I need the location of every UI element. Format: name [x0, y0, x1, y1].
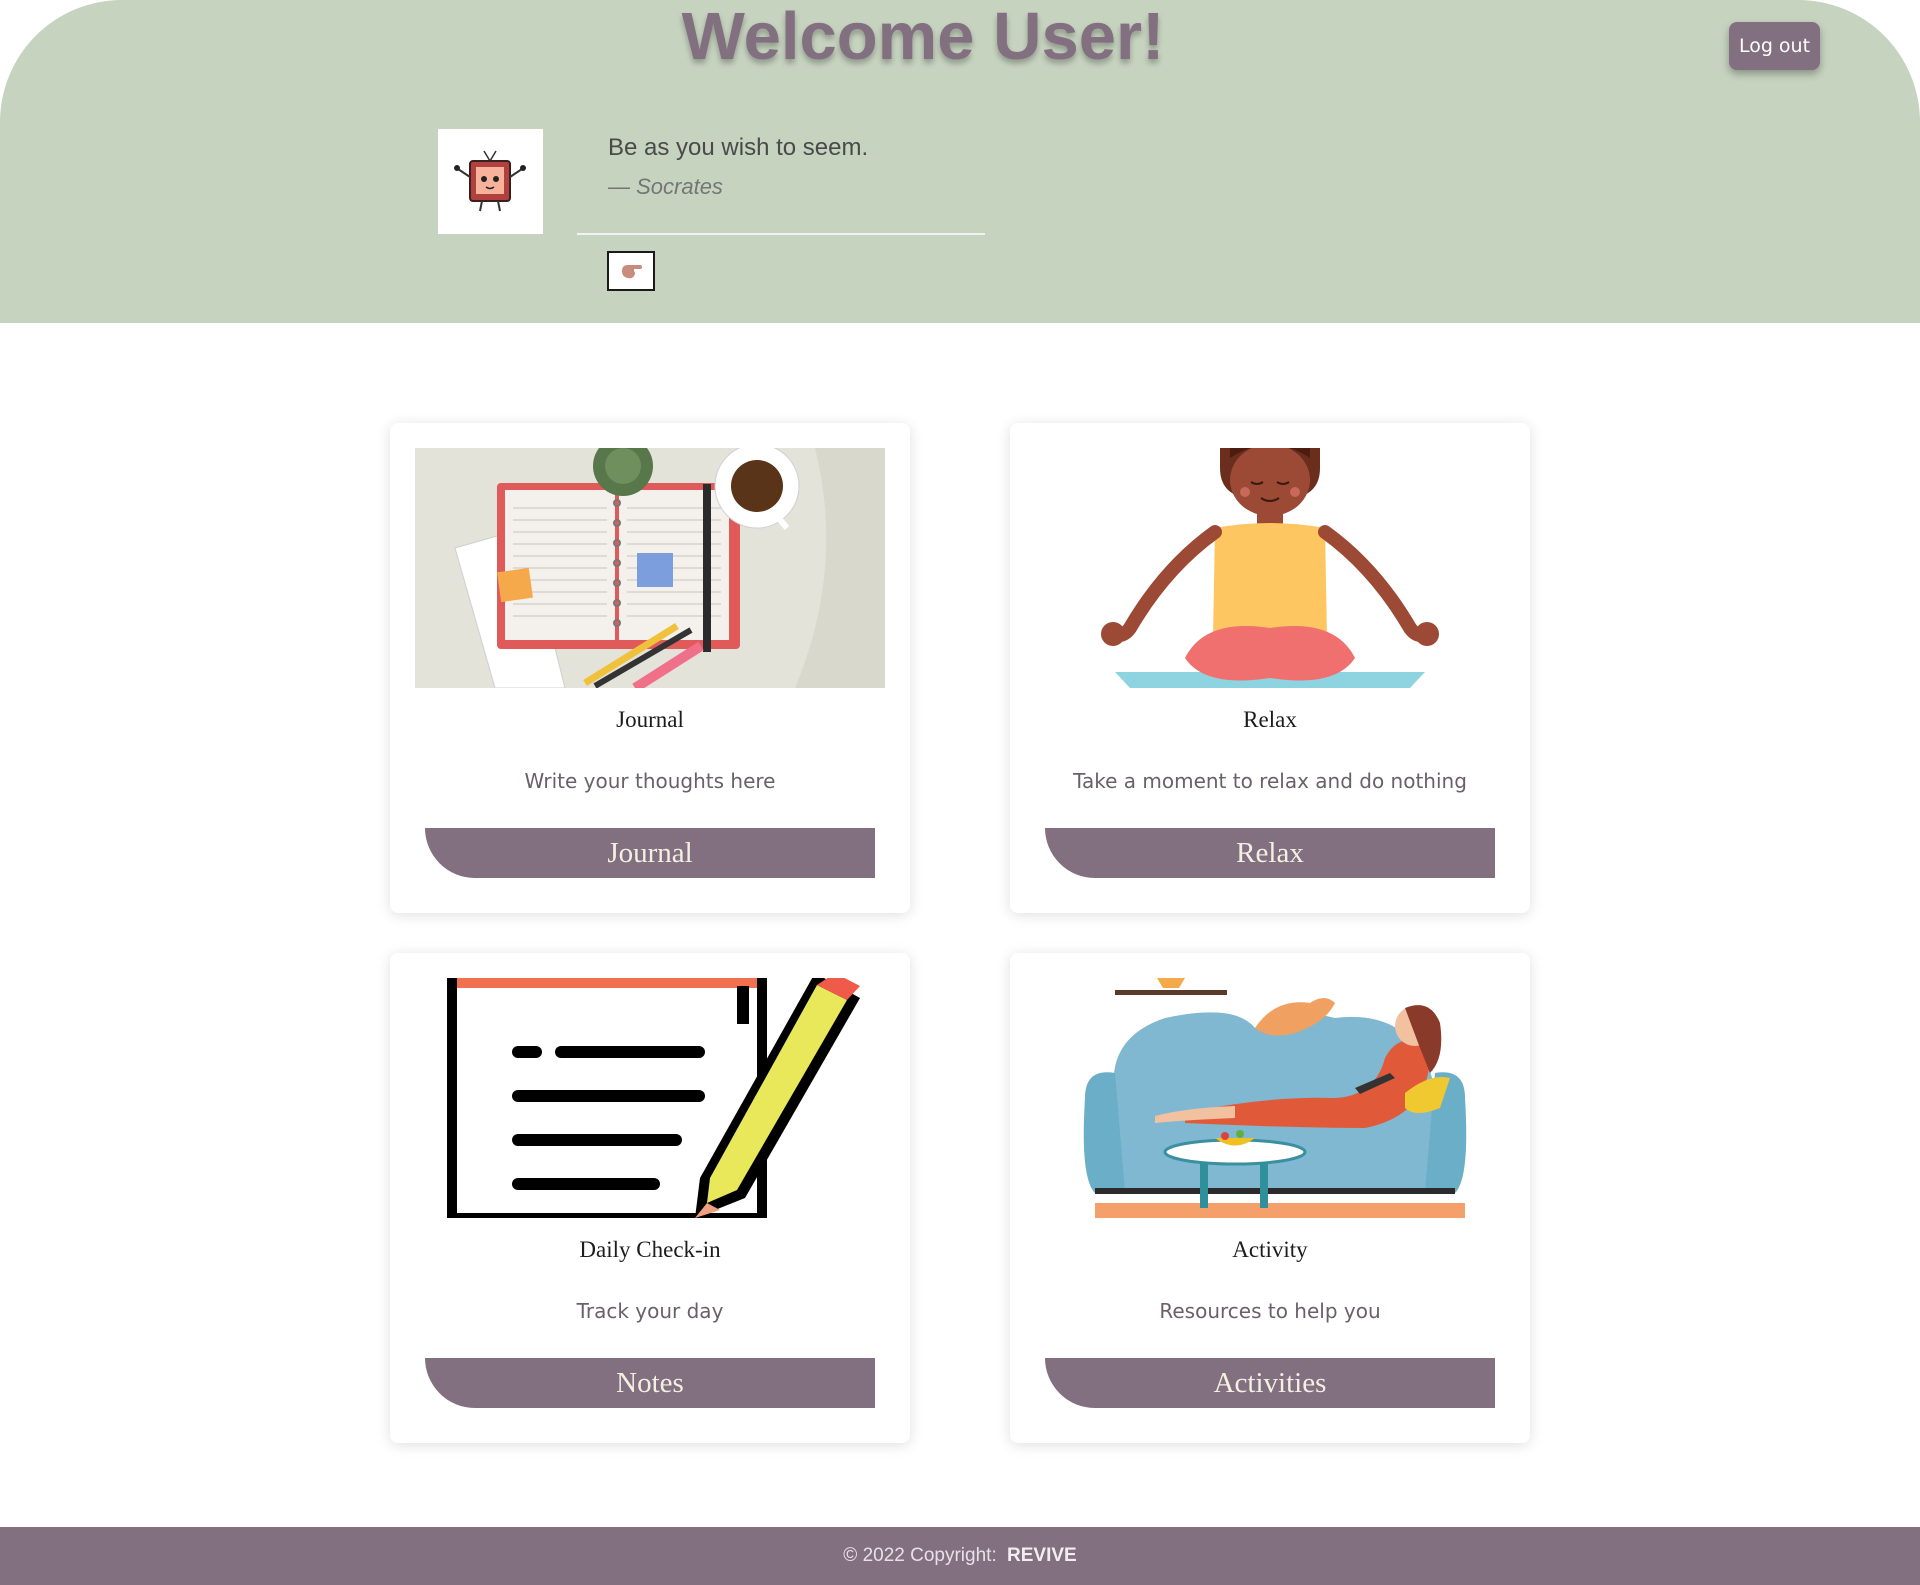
card-journal: Journal Write your thoughts here Journal: [390, 423, 910, 913]
relax-button[interactable]: Relax: [1045, 828, 1495, 878]
activities-button[interactable]: Activities: [1045, 1358, 1495, 1408]
card-description: Resources to help you: [1159, 1299, 1381, 1323]
copyright-text: © 2022 Copyright:: [843, 1545, 997, 1566]
card-relax: Relax Take a moment to relax and do noth…: [1010, 423, 1530, 913]
header-banner: Welcome User! Log out Be as you wish to …: [0, 0, 1920, 323]
logout-button[interactable]: Log out: [1729, 22, 1820, 70]
page-title: Welcome User!: [681, 0, 1165, 74]
footer: © 2022 Copyright: REVIVE: [0, 1527, 1920, 1585]
avatar: [438, 129, 543, 234]
card-description: Take a moment to relax and do nothing: [1073, 769, 1467, 793]
card-description: Write your thoughts here: [524, 769, 776, 793]
card-title: Daily Check-in: [579, 1237, 721, 1262]
journal-button[interactable]: Journal: [425, 828, 875, 878]
couch-reading-illustration: [1035, 978, 1505, 1218]
meditation-illustration: [1035, 448, 1505, 688]
next-quote-button[interactable]: [607, 251, 655, 291]
card-description: Track your day: [576, 1299, 724, 1323]
card-daily-check-in: Daily Check-in Track your day Notes: [390, 953, 910, 1443]
card-title: Journal: [616, 707, 684, 732]
journal-illustration: [415, 448, 885, 688]
divider: [577, 233, 985, 235]
pointing-hand-icon: [622, 265, 642, 279]
card-title: Activity: [1232, 1237, 1308, 1262]
card-activity: Activity Resources to help you Activitie…: [1010, 953, 1530, 1443]
quote-author: — Socrates: [608, 174, 723, 199]
card-title: Relax: [1243, 707, 1297, 732]
quote-text: Be as you wish to seem.: [608, 134, 869, 161]
notes-button[interactable]: Notes: [425, 1358, 875, 1408]
brand-name: REVIVE: [1007, 1545, 1077, 1566]
tv-character-icon: [454, 150, 526, 212]
notes-pencil-illustration: [415, 978, 885, 1218]
